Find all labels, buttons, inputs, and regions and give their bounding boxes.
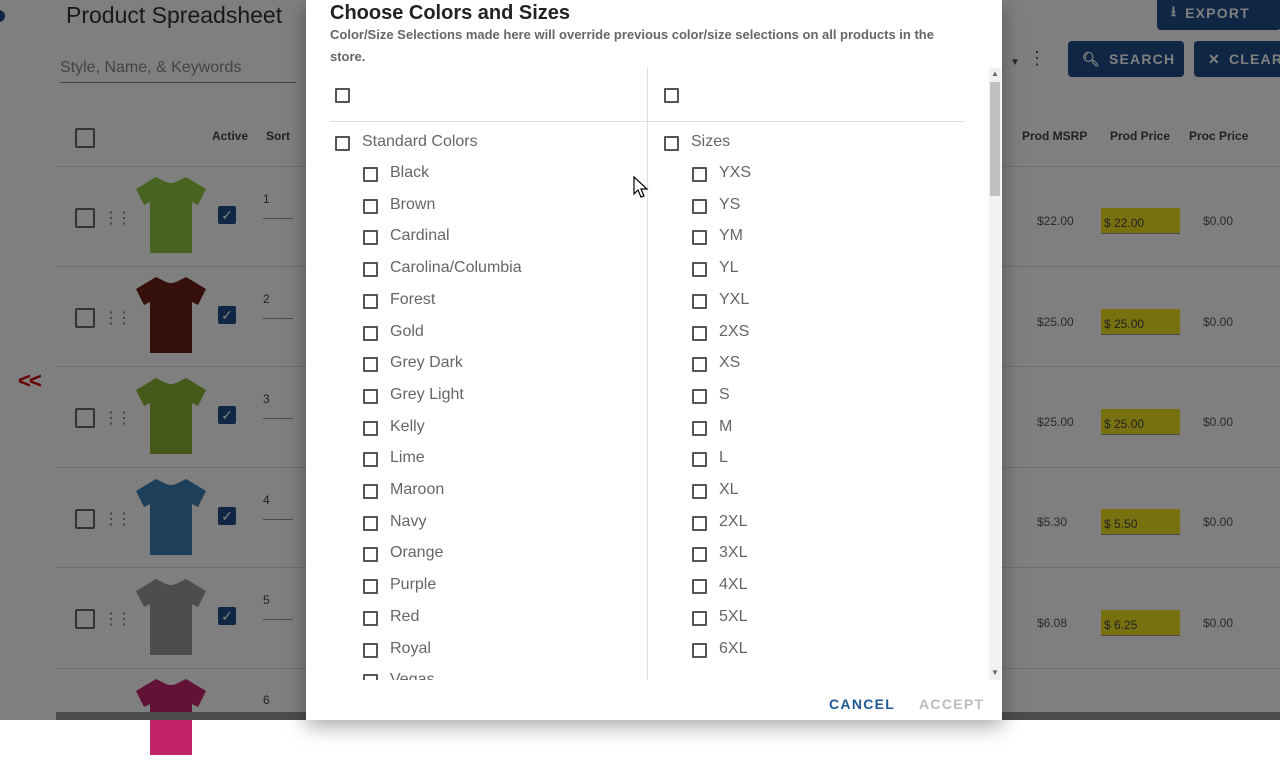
size-option-label: M (719, 417, 733, 435)
color-option-checkbox[interactable] (363, 357, 378, 373)
dialog-subtitle: Color/Size Selections made here will ove… (330, 27, 934, 64)
color-option-label: Grey Dark (390, 354, 463, 372)
dialog-scrollbar-thumb[interactable] (990, 82, 1000, 196)
sizes-column: Sizes YXS YS YM YL YXL 2XS XS S M L XL 2XL 3XL 4XL 5XL… (647, 68, 964, 680)
standard-colors-group-checkbox[interactable] (335, 136, 350, 151)
size-option-checkbox[interactable] (692, 198, 707, 214)
color-option-checkbox[interactable] (363, 547, 378, 563)
size-option-checkbox[interactable] (692, 357, 707, 373)
color-option-label: Vegas (390, 671, 435, 680)
color-option-label: Kelly (390, 417, 425, 435)
size-option-label: YS (719, 195, 741, 213)
size-option-label: S (719, 385, 730, 403)
size-option-checkbox[interactable] (692, 452, 707, 468)
color-option-label: Forest (390, 290, 436, 308)
size-option-label: XL (719, 481, 739, 498)
select-all-colors-checkbox[interactable] (335, 88, 350, 103)
color-option-label: Cardinal (390, 227, 450, 245)
color-option-label: Purple (390, 576, 437, 594)
size-option-label: 5XL (719, 607, 748, 625)
color-option-checkbox[interactable] (363, 642, 378, 658)
size-option-label: 4XL (719, 576, 748, 594)
size-option-label: 3XL (719, 544, 748, 562)
size-option-label: 6XL (719, 639, 748, 657)
size-option-checkbox[interactable] (692, 325, 707, 341)
size-option-checkbox[interactable] (692, 420, 707, 436)
select-all-sizes-checkbox[interactable] (664, 88, 679, 103)
mouse-pointer-icon (633, 176, 649, 198)
size-option-checkbox[interactable] (692, 262, 707, 278)
color-option-label: Grey Light (390, 385, 464, 403)
color-option-checkbox[interactable] (363, 420, 378, 436)
color-option-label: Gold (390, 322, 424, 340)
color-option-label: Carolina/Columbia (390, 259, 522, 277)
size-option-label: YM (719, 227, 743, 245)
size-option-label: XS (719, 354, 741, 372)
size-option-checkbox[interactable] (692, 579, 707, 595)
options-scroll-area[interactable]: Standard Colors Black Brown Cardinal Caroli… (306, 68, 1002, 680)
color-option-checkbox[interactable] (363, 674, 378, 680)
colors-column: Standard Colors Black Brown Cardinal Caroli… (330, 68, 646, 680)
color-option-checkbox[interactable] (363, 452, 378, 468)
color-option-label: Red (390, 607, 420, 625)
size-option-checkbox[interactable] (692, 167, 707, 182)
color-option-label: Orange (390, 544, 444, 562)
size-option-checkbox[interactable] (692, 642, 707, 658)
dialog-title: Choose Colors and Sizes (330, 2, 571, 24)
sizes-group-label: Sizes (691, 133, 731, 150)
color-option-checkbox[interactable] (363, 515, 378, 531)
accept-button[interactable]: ACCEPT (919, 696, 984, 712)
size-option-label: YXL (719, 290, 750, 308)
size-option-label: 2XL (719, 512, 748, 530)
scroll-down-arrow-icon[interactable]: ▼ (991, 668, 999, 677)
size-option-checkbox[interactable] (692, 388, 707, 404)
color-option-checkbox[interactable] (363, 293, 378, 309)
color-option-checkbox[interactable] (363, 262, 378, 278)
color-option-label: Brown (390, 195, 436, 213)
color-option-checkbox[interactable] (363, 579, 378, 595)
size-option-label: 2XS (719, 322, 750, 340)
size-option-checkbox[interactable] (692, 230, 707, 246)
color-option-checkbox[interactable] (363, 388, 378, 404)
color-option-checkbox[interactable] (363, 167, 378, 182)
scroll-up-arrow-icon[interactable]: ▲ (991, 69, 999, 78)
size-option-checkbox[interactable] (692, 515, 707, 531)
cancel-button[interactable]: CANCEL (829, 696, 895, 712)
standard-colors-group-label: Standard Colors (362, 133, 478, 150)
size-option-checkbox[interactable] (692, 610, 707, 626)
color-option-label: Black (390, 164, 430, 181)
color-option-checkbox[interactable] (363, 230, 378, 246)
sizes-group-checkbox[interactable] (664, 136, 679, 151)
choose-colors-sizes-dialog: Choose Colors and Sizes Color/Size Selec… (306, 0, 1002, 720)
color-option-checkbox[interactable] (363, 610, 378, 626)
color-option-label: Royal (390, 639, 431, 657)
size-option-label: L (719, 449, 728, 467)
color-option-checkbox[interactable] (363, 198, 378, 214)
size-option-checkbox[interactable] (692, 484, 707, 499)
color-option-label: Maroon (390, 481, 445, 498)
color-option-checkbox[interactable] (363, 325, 378, 341)
size-option-checkbox[interactable] (692, 293, 707, 309)
color-option-label: Navy (390, 512, 427, 530)
size-option-label: YXS (719, 164, 752, 181)
size-option-checkbox[interactable] (692, 547, 707, 563)
color-option-label: Lime (390, 449, 425, 467)
size-option-label: YL (719, 259, 739, 277)
color-option-checkbox[interactable] (363, 484, 378, 499)
